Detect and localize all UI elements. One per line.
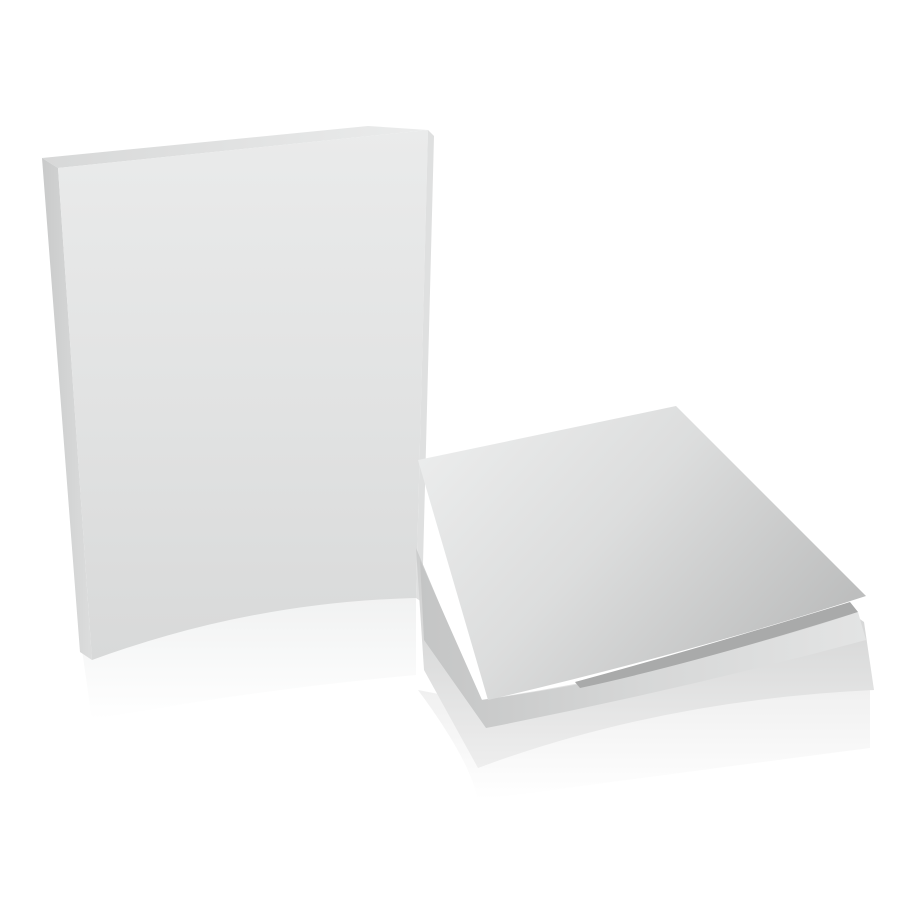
- mockup-scene: [0, 0, 900, 900]
- lying-magazine: [416, 406, 874, 800]
- standing-book: [42, 126, 434, 720]
- standing-book-cover: [58, 130, 428, 660]
- mockup-illustration: [42, 126, 874, 800]
